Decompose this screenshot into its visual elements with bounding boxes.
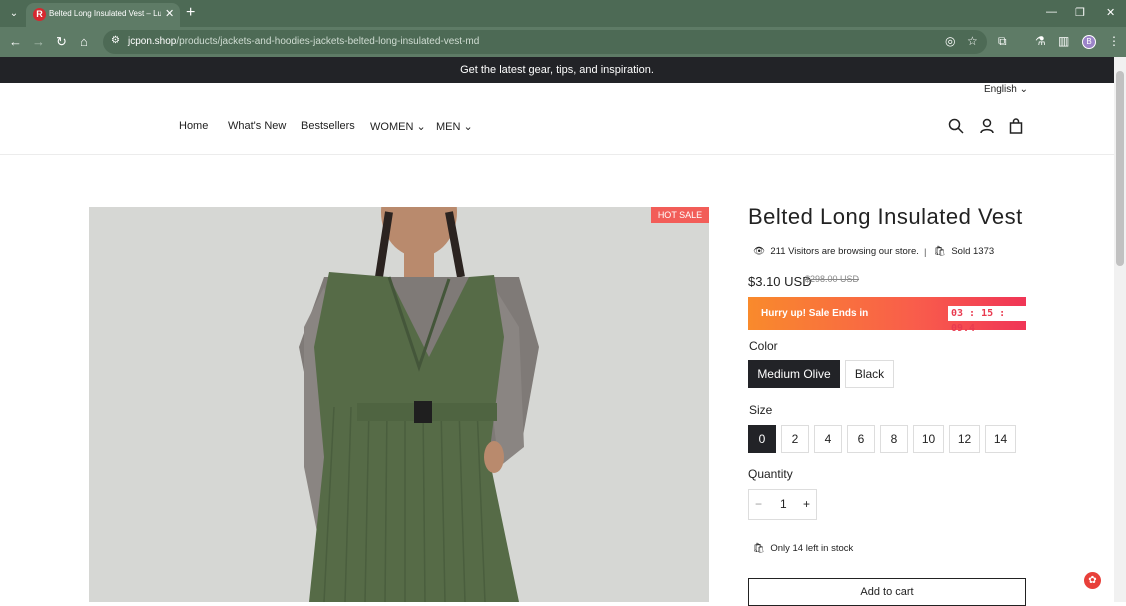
countdown-timer: 03 : 15 : 09.4 [948,306,1026,334]
chevron-down-icon: ⌄ [416,121,426,133]
url-text[interactable]: jcpon.shop/products/jackets-and-hoodies-… [128,36,479,47]
eye-icon: 👁 [753,246,766,257]
quantity-label: Quantity [748,467,793,481]
back-icon[interactable]: ← [9,34,22,50]
size-option-8[interactable]: 8 [880,425,908,453]
account-icon[interactable] [979,118,995,134]
eye-off-icon[interactable]: ◎ [945,34,955,48]
color-option-medium-olive[interactable]: Medium Olive [748,360,840,388]
bookmark-star-icon[interactable]: ☆ [967,34,978,48]
page-scrollbar[interactable] [1114,57,1126,602]
quantity-input[interactable]: 1 [780,497,787,511]
nav-bestsellers[interactable]: Bestsellers [301,120,355,132]
color-label: Color [749,339,778,353]
color-option-black[interactable]: Black [845,360,894,388]
product-image[interactable] [89,207,709,602]
site-info-icon[interactable]: ⚙ [111,35,120,46]
nav-men[interactable]: MEN ⌄ [436,120,473,133]
side-panel-icon[interactable]: ▥ [1058,34,1069,48]
cart-bag-icon[interactable] [1008,118,1024,134]
size-option-10[interactable]: 10 [913,425,944,453]
browser-toolbar: ← → ↻ ⌂ ⚙ jcpon.shop/products/jackets-an… [0,27,1126,57]
address-bar[interactable]: ⚙ jcpon.shop/products/jackets-and-hoodie… [103,30,987,54]
size-option-4[interactable]: 4 [814,425,842,453]
size-label: Size [749,403,773,417]
hot-sale-badge: HOT SALE [651,207,709,223]
restore-icon[interactable]: ❐ [1075,6,1085,19]
sale-price: $3.10 USD [748,274,812,289]
size-option-12[interactable]: 12 [949,425,980,453]
sold-info: 🛍 Sold 1373 [934,246,995,257]
nav-home[interactable]: Home [179,120,208,132]
tab-close-icon[interactable]: ✕ [165,7,174,20]
shopping-bag-icon: 🛍 [753,543,766,554]
close-window-icon[interactable]: ✕ [1106,6,1115,19]
home-icon[interactable]: ⌂ [80,34,88,50]
quantity-increase-button[interactable]: + [803,497,810,511]
size-option-2[interactable]: 2 [781,425,809,453]
visitors-info: 👁 211 Visitors are browsing our store. [753,246,919,257]
profile-avatar[interactable]: B [1082,35,1096,49]
meta-separator: | [924,247,927,258]
minimize-icon[interactable]: — [1046,6,1057,18]
favicon-icon: R [33,8,46,21]
nav-whats-new[interactable]: What's New [228,120,286,132]
language-selector[interactable]: English ⌄ [984,84,1028,95]
product-title: Belted Long Insulated Vest [748,204,1023,229]
quantity-stepper: − 1 + [748,489,817,520]
chevron-down-icon: ⌄ [463,121,473,133]
compare-price: $298.00 USD [805,274,860,284]
quantity-decrease-button[interactable]: − [755,497,762,511]
browser-tab-bar: ⌄ R Belted Long Insulated Vest – Lu ✕ + … [0,0,1126,27]
size-option-6[interactable]: 6 [847,425,875,453]
scrollbar-thumb[interactable] [1116,71,1124,266]
shopping-bag-icon: 🛍 [934,246,947,257]
reload-icon[interactable]: ↻ [56,34,67,50]
size-option-14[interactable]: 14 [985,425,1016,453]
floating-gift-icon[interactable]: ✿ [1084,572,1101,589]
extensions-icon[interactable]: ⧉ [998,34,1007,49]
announcement-bar: Get the latest gear, tips, and inspirati… [0,57,1114,83]
header-divider [0,154,1114,155]
tab-search-icon[interactable]: ⌄ [6,6,22,22]
new-tab-icon[interactable]: + [186,4,195,22]
lab-flask-icon[interactable]: ⚗ [1035,34,1046,48]
nav-women[interactable]: WOMEN ⌄ [370,120,426,133]
forward-icon[interactable]: → [32,34,45,50]
browser-tab[interactable]: R Belted Long Insulated Vest – Lu ✕ [26,3,180,27]
more-menu-icon[interactable]: ⋮ [1108,34,1120,48]
countdown-label: Hurry up! Sale Ends in [761,308,869,319]
tab-title: Belted Long Insulated Vest – Lu [49,9,161,18]
size-option-0[interactable]: 0 [748,425,776,453]
search-icon[interactable] [948,118,964,134]
stock-notice: 🛍 Only 14 left in stock [753,543,854,554]
model-wearing-vest-image [299,207,539,602]
sale-countdown-banner: Hurry up! Sale Ends in 03 : 15 : 09.4 [748,297,1026,334]
